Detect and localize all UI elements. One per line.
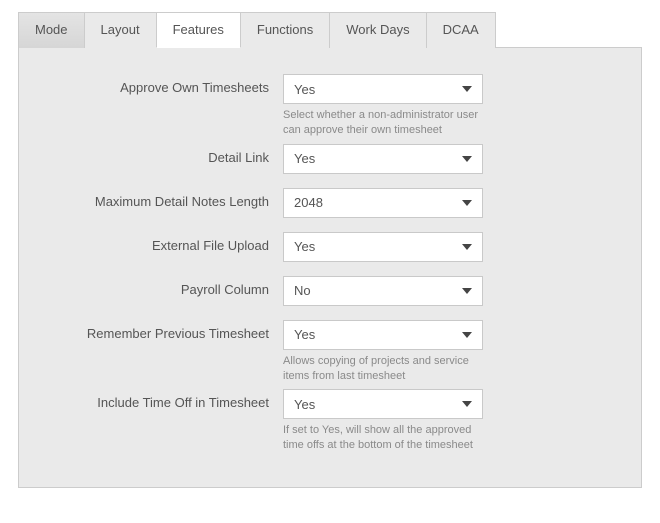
- tab-work-days[interactable]: Work Days: [329, 12, 426, 48]
- chevron-down-icon: [460, 152, 474, 166]
- chevron-down-icon: [460, 397, 474, 411]
- select-value: Yes: [294, 151, 315, 166]
- field-payroll-column: Payroll Column No: [43, 276, 617, 306]
- select-value: Yes: [294, 397, 315, 412]
- remember-previous-select[interactable]: Yes: [283, 320, 483, 350]
- tab-label: DCAA: [443, 22, 479, 37]
- field-label: Include Time Off in Timesheet: [43, 389, 283, 410]
- chevron-down-icon: [460, 196, 474, 210]
- tab-mode[interactable]: Mode: [18, 12, 85, 48]
- field-label: Maximum Detail Notes Length: [43, 188, 283, 209]
- include-time-off-select[interactable]: Yes: [283, 389, 483, 419]
- tab-label: Functions: [257, 22, 313, 37]
- features-panel: Approve Own Timesheets Yes Select whethe…: [18, 47, 642, 488]
- field-label: External File Upload: [43, 232, 283, 253]
- tab-label: Work Days: [346, 22, 409, 37]
- tab-label: Features: [173, 22, 224, 37]
- tab-features[interactable]: Features: [156, 12, 241, 48]
- payroll-column-select[interactable]: No: [283, 276, 483, 306]
- field-include-time-off: Include Time Off in Timesheet Yes If set…: [43, 389, 617, 453]
- tab-layout[interactable]: Layout: [84, 12, 157, 48]
- chevron-down-icon: [460, 240, 474, 254]
- field-remember-previous-timesheet: Remember Previous Timesheet Yes Allows c…: [43, 320, 617, 384]
- field-label: Approve Own Timesheets: [43, 74, 283, 95]
- select-value: 2048: [294, 195, 323, 210]
- select-value: Yes: [294, 327, 315, 342]
- field-approve-own-timesheets: Approve Own Timesheets Yes Select whethe…: [43, 74, 617, 138]
- field-help: Allows copying of projects and service i…: [283, 354, 483, 384]
- tab-strip: Mode Layout Features Functions Work Days…: [18, 12, 642, 48]
- detail-link-select[interactable]: Yes: [283, 144, 483, 174]
- field-help: Select whether a non-administrator user …: [283, 108, 483, 138]
- tab-dcaa[interactable]: DCAA: [426, 12, 496, 48]
- tab-label: Layout: [101, 22, 140, 37]
- select-value: No: [294, 283, 311, 298]
- field-label: Detail Link: [43, 144, 283, 165]
- select-value: Yes: [294, 82, 315, 97]
- chevron-down-icon: [460, 82, 474, 96]
- field-max-detail-notes-length: Maximum Detail Notes Length 2048: [43, 188, 617, 218]
- field-label: Payroll Column: [43, 276, 283, 297]
- approve-own-select[interactable]: Yes: [283, 74, 483, 104]
- max-detail-notes-select[interactable]: 2048: [283, 188, 483, 218]
- chevron-down-icon: [460, 328, 474, 342]
- external-file-upload-select[interactable]: Yes: [283, 232, 483, 262]
- chevron-down-icon: [460, 284, 474, 298]
- select-value: Yes: [294, 239, 315, 254]
- tab-label: Mode: [35, 22, 68, 37]
- tab-functions[interactable]: Functions: [240, 12, 330, 48]
- field-detail-link: Detail Link Yes: [43, 144, 617, 174]
- field-external-file-upload: External File Upload Yes: [43, 232, 617, 262]
- field-label: Remember Previous Timesheet: [43, 320, 283, 341]
- field-help: If set to Yes, will show all the approve…: [283, 423, 483, 453]
